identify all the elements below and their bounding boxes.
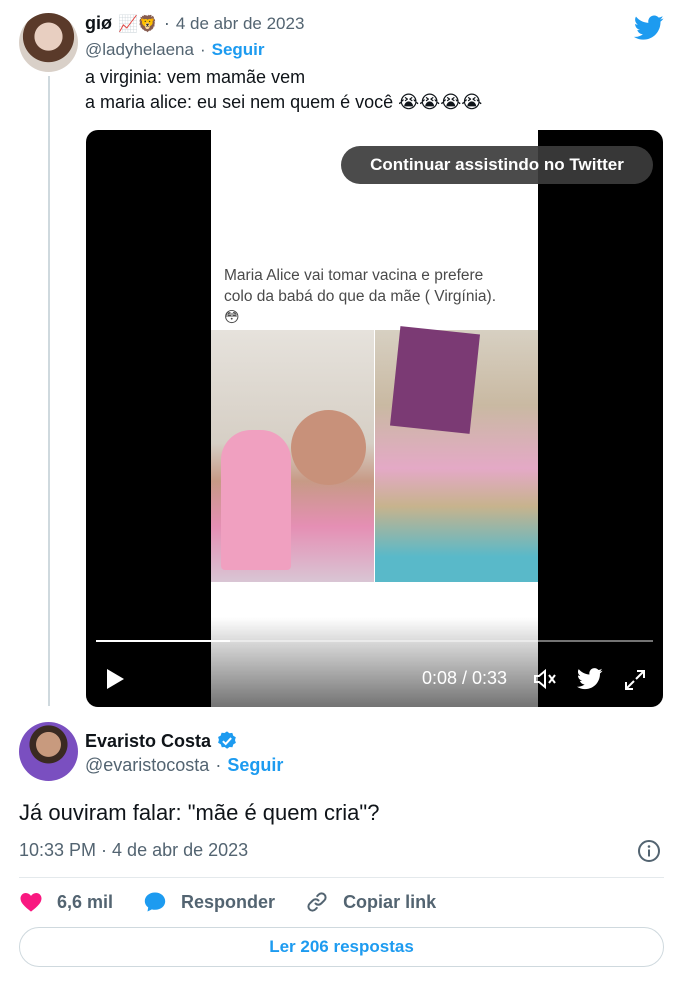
play-icon[interactable] <box>104 668 126 690</box>
tweet-text: Já ouviram falar: "mãe é quem cria"? <box>19 800 380 825</box>
reply-label: Responder <box>181 891 276 912</box>
link-icon <box>307 892 327 912</box>
read-replies-button[interactable]: Ler 206 respostas <box>19 927 664 967</box>
info-icon[interactable] <box>637 839 661 863</box>
quoted-author-name[interactable]: giø <box>85 13 112 34</box>
continue-watching-button[interactable]: Continuar assistindo no Twitter <box>341 146 653 184</box>
video-caption-emoji: 😳 <box>224 309 240 326</box>
fullscreen-icon[interactable] <box>623 668 647 692</box>
follow-button-ladyhelaena[interactable]: Seguir <box>212 40 265 60</box>
author-row: Evaristo Costa <box>85 730 238 752</box>
girl-figure <box>221 430 291 570</box>
quoted-handle-row: @ladyhelaena · Seguir <box>85 40 265 60</box>
purple-object <box>389 326 481 434</box>
separator-dot: · <box>215 755 222 775</box>
heart-icon <box>20 893 42 912</box>
controls-overlay <box>86 617 663 707</box>
video-scene-right <box>375 326 538 582</box>
video-caption: Maria Alice vai tomar vacina e prefere c… <box>224 265 534 328</box>
video-caption-line-1: Maria Alice vai tomar vacina e prefere <box>224 267 484 284</box>
reply-button[interactable]: Responder <box>143 890 275 914</box>
woman-figure <box>291 410 366 485</box>
twitter-icon[interactable] <box>577 668 603 690</box>
separator-dot: · <box>199 40 206 59</box>
verified-badge-icon <box>218 731 236 749</box>
video-scene-left <box>211 330 374 582</box>
quoted-author-row: giø 📈🦁 · 4 de abr de 2023 <box>85 13 304 34</box>
video-player[interactable]: Maria Alice vai tomar vacina e prefere c… <box>86 130 663 707</box>
avatar-ladyhelaena[interactable] <box>19 13 78 72</box>
separator-dot: · <box>163 13 170 33</box>
thread-line <box>48 76 50 706</box>
author-name[interactable]: Evaristo Costa <box>85 731 211 752</box>
like-count: 6,6 mil <box>57 891 114 912</box>
copy-link-button[interactable]: Copiar link <box>305 890 436 914</box>
video-time: 0:08 / 0:33 <box>422 668 508 688</box>
avatar-evaristocosta[interactable] <box>19 722 78 781</box>
quoted-text-line-2: a maria alice: eu sei nem quem é você 😭😭… <box>85 92 483 112</box>
quoted-date[interactable]: 4 de abr de 2023 <box>176 14 305 34</box>
like-button[interactable]: 6,6 mil <box>19 890 113 914</box>
copy-link-label: Copiar link <box>343 891 437 912</box>
author-handle-row: @evaristocosta · Seguir <box>85 755 283 776</box>
divider <box>19 877 664 878</box>
quoted-tweet-text: a virginia: vem mamãe vem a maria alice:… <box>85 65 482 115</box>
speech-bubble-icon <box>144 892 166 912</box>
video-caption-line-2: colo da babá do que da mãe ( Virgínia). <box>224 288 497 305</box>
follow-button-evaristocosta[interactable]: Seguir <box>227 755 283 776</box>
quoted-handle[interactable]: @ladyhelaena <box>85 40 194 60</box>
tweet-timestamp[interactable]: 10:33 PM · 4 de abr de 2023 <box>19 840 248 861</box>
quoted-author-emojis: 📈🦁 <box>118 15 158 33</box>
volume-icon[interactable] <box>533 668 557 690</box>
quoted-text-line-1: a virginia: vem mamãe vem <box>85 67 306 87</box>
progress-bar[interactable] <box>96 640 653 642</box>
author-handle[interactable]: @evaristocosta <box>85 755 209 776</box>
twitter-logo-icon[interactable] <box>634 15 664 41</box>
action-bar: 6,6 mil Responder Copiar link <box>19 890 466 914</box>
progress-fill <box>96 640 230 642</box>
